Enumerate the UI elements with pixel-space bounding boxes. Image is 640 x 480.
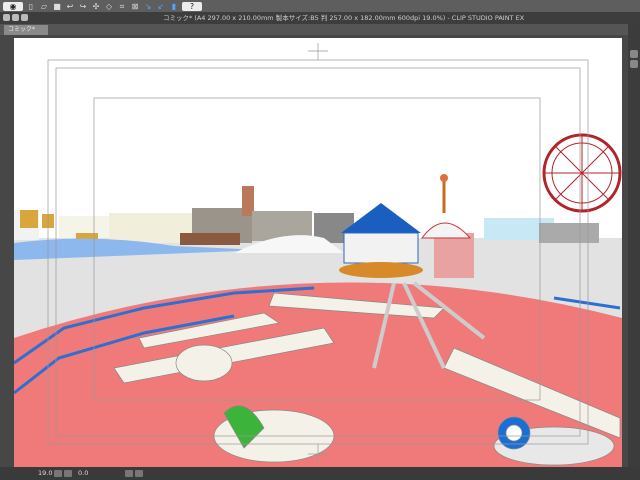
- ferris-wheel: [542, 133, 622, 213]
- zoom-out-icon[interactable]: [54, 470, 62, 477]
- canvas-area: [0, 35, 628, 467]
- vertical-scrollbar[interactable]: [628, 24, 640, 467]
- scroll-up-button[interactable]: [630, 50, 638, 58]
- save-icon[interactable]: ■: [52, 2, 62, 11]
- toolbar: ◉ ▯ ▱ ■ ↩ ↪ ✣ ◇ ⌗ ⊠ ↘ ↙ ▮ ?: [0, 0, 640, 12]
- tab-bar: コミック*: [0, 24, 628, 35]
- maximize-icon[interactable]: [21, 14, 28, 21]
- status-bar: 19.0 0.0: [0, 467, 640, 480]
- minimize-icon[interactable]: [12, 14, 19, 21]
- title-bar: コミック* (A4 297.00 x 210.00mm 製本サイズ:B5 判 2…: [0, 12, 640, 24]
- pen-pressure-icon[interactable]: ▮: [169, 2, 179, 11]
- view-icon[interactable]: ◉: [3, 1, 23, 11]
- crop-icon[interactable]: ⌗: [117, 2, 127, 11]
- canvas[interactable]: [14, 38, 622, 467]
- zoom-in-icon[interactable]: [64, 470, 72, 477]
- zoom-value[interactable]: 19.0: [38, 467, 52, 480]
- close-icon[interactable]: [3, 14, 10, 21]
- rotation-value[interactable]: 0.0: [78, 467, 88, 480]
- flip-horizontal-icon[interactable]: [125, 470, 133, 477]
- flip-vertical-icon[interactable]: [135, 470, 143, 477]
- illustration: [14, 43, 622, 467]
- redo-icon[interactable]: ↪: [78, 2, 88, 11]
- scroll-down-button[interactable]: [630, 60, 638, 68]
- carousel: [339, 174, 474, 278]
- transform-icon[interactable]: ✣: [91, 2, 101, 11]
- ruler-icon[interactable]: ⊠: [130, 2, 140, 11]
- snap-ruler-icon[interactable]: ↙: [156, 2, 166, 11]
- open-icon[interactable]: ▱: [39, 2, 49, 11]
- snap-icon[interactable]: ↘: [143, 2, 153, 11]
- undo-icon[interactable]: ↩: [65, 2, 75, 11]
- window-title: コミック* (A4 297.00 x 210.00mm 製本サイズ:B5 判 2…: [163, 14, 525, 22]
- new-icon[interactable]: ▯: [26, 2, 36, 11]
- help-icon[interactable]: ?: [182, 1, 202, 11]
- tab-comic[interactable]: コミック*: [4, 25, 48, 35]
- fill-icon[interactable]: ◇: [104, 2, 114, 11]
